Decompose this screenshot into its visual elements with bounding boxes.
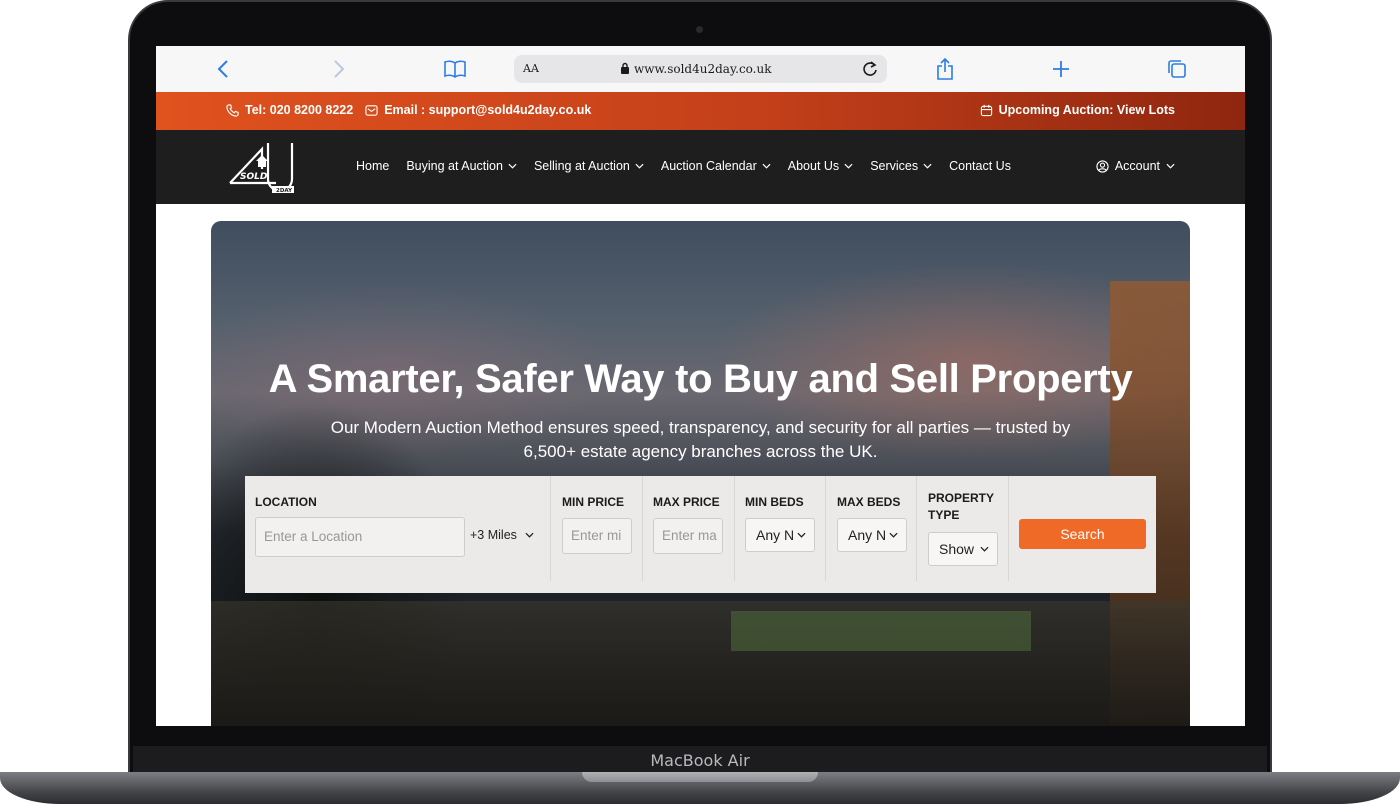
user-icon [1096, 159, 1109, 173]
min-price-label: MIN PRICE [562, 495, 625, 509]
nav-item-label: Home [356, 159, 390, 173]
laptop-notch [582, 772, 818, 782]
chevron-down-icon [525, 532, 534, 538]
nav-item-auction-calendar[interactable]: Auction Calendar [661, 159, 771, 173]
nav-item-selling-at-auction[interactable]: Selling at Auction [534, 159, 644, 173]
chevron-down-icon [980, 546, 989, 552]
property-type-value: Show [939, 541, 975, 557]
property-type-column: PROPERTY TYPE Show [917, 476, 1009, 581]
min-beds-select[interactable]: Any N [745, 518, 815, 552]
email-link[interactable]: Email : support@sold4u2day.co.uk [384, 103, 591, 117]
svg-text:SOLD: SOLD [240, 172, 268, 182]
chevron-down-icon [635, 163, 644, 169]
lock-icon [621, 62, 629, 74]
back-icon[interactable] [210, 56, 236, 82]
radius-value: +3 Miles [470, 528, 517, 542]
nav-item-label: Selling at Auction [533, 159, 630, 173]
nav-item-label: Buying at Auction [406, 159, 503, 173]
max-beds-label: MAX BEDS [837, 495, 901, 509]
property-type-select[interactable]: Show [928, 532, 998, 566]
text-size-button[interactable]: AA [523, 62, 539, 75]
chevron-down-icon [797, 532, 806, 538]
account-label: Account [1114, 159, 1160, 173]
primary-menu: Home Buying at Auction Selling at Auction A… [356, 159, 1011, 173]
chevron-down-icon [844, 163, 853, 169]
max-beds-select[interactable]: Any N [837, 518, 907, 552]
laptop-chin: MacBook Air [133, 746, 1267, 774]
search-button[interactable]: Search [1019, 519, 1146, 549]
nav-item-label: Auction Calendar [660, 159, 757, 173]
chevron-down-icon [508, 163, 517, 169]
nav-item-buying-at-auction[interactable]: Buying at Auction [406, 159, 517, 173]
hero-background-lawn [731, 611, 1031, 651]
nav-item-home[interactable]: Home [356, 159, 389, 173]
laptop-mockup: AA www.sold4u2day.co.uk Tel: 020 8200 82… [0, 0, 1400, 804]
url-text: www.sold4u2day.co.uk [634, 62, 772, 76]
nav-item-services[interactable]: Services [870, 159, 932, 173]
sold4u2day-logo[interactable]: SOLD 2DAY [226, 139, 296, 195]
tabs-overview-icon[interactable] [1164, 56, 1190, 82]
browser-toolbar: AA www.sold4u2day.co.uk [156, 46, 1245, 92]
nav-item-label: About Us [787, 159, 840, 173]
chevron-down-icon [1166, 163, 1175, 169]
svg-text:2DAY: 2DAY [276, 188, 293, 194]
min-price-input[interactable]: Enter mi [562, 518, 632, 554]
nav-item-label: Services [870, 159, 919, 173]
min-beds-label: MIN BEDS [745, 495, 804, 509]
calendar-icon [980, 104, 992, 116]
bookmarks-icon[interactable] [442, 56, 468, 82]
top-info-bar: Tel: 020 8200 8222 Email : support@sold4… [156, 92, 1245, 130]
nav-item-label: Contact Us [949, 159, 1011, 173]
max-price-input[interactable]: Enter ma [653, 518, 723, 554]
phone-icon [226, 103, 239, 117]
hero-title: A Smarter, Safer Way to Buy and Sell Pro… [268, 357, 1133, 401]
hero-section: A Smarter, Safer Way to Buy and Sell Pro… [211, 221, 1190, 726]
main-nav: SOLD 2DAY Home Buying at Auction Selling a… [156, 130, 1245, 204]
radius-select[interactable]: +3 Miles [470, 528, 534, 542]
browser-screen: AA www.sold4u2day.co.uk Tel: 020 8200 82… [156, 46, 1245, 726]
phone-link[interactable]: Tel: 020 8200 8222 [245, 103, 353, 117]
location-input[interactable]: Enter a Location [255, 517, 465, 557]
account-menu[interactable]: Account [1096, 159, 1175, 173]
reload-icon[interactable] [859, 58, 881, 80]
property-type-label: PROPERTY TYPE [928, 491, 994, 522]
location-label: LOCATION [255, 495, 317, 509]
nav-item-contact-us[interactable]: Contact Us [949, 159, 1011, 173]
chevron-down-icon [762, 163, 771, 169]
min-beds-value: Any N [756, 527, 795, 543]
new-tab-icon[interactable] [1048, 56, 1074, 82]
share-icon[interactable] [932, 56, 958, 82]
max-beds-value: Any N [848, 527, 887, 543]
upcoming-auction-link[interactable]: Upcoming Auction: View Lots [999, 103, 1175, 117]
min-price-column: MIN PRICE Enter mi [551, 476, 643, 581]
chevron-down-icon [889, 532, 898, 538]
chevron-down-icon [923, 163, 932, 169]
nav-item-about-us[interactable]: About Us [788, 159, 853, 173]
camera-icon [696, 26, 703, 33]
location-column: LOCATION Enter a Location +3 Miles [245, 476, 551, 581]
max-price-column: MAX PRICE Enter ma [643, 476, 735, 581]
address-bar[interactable]: AA www.sold4u2day.co.uk [514, 55, 887, 83]
max-beds-column: MAX BEDS Any N [826, 476, 917, 581]
device-label: MacBook Air [650, 750, 750, 770]
hero-background-garden [211, 601, 1190, 726]
hero-subtitle: Our Modern Auction Method ensures speed,… [330, 418, 1071, 461]
max-price-label: MAX PRICE [653, 495, 720, 509]
forward-icon[interactable] [326, 56, 352, 82]
email-icon [365, 104, 378, 116]
property-search-panel: LOCATION Enter a Location +3 Miles MIN P… [245, 476, 1156, 593]
min-beds-column: MIN BEDS Any N [735, 476, 826, 581]
